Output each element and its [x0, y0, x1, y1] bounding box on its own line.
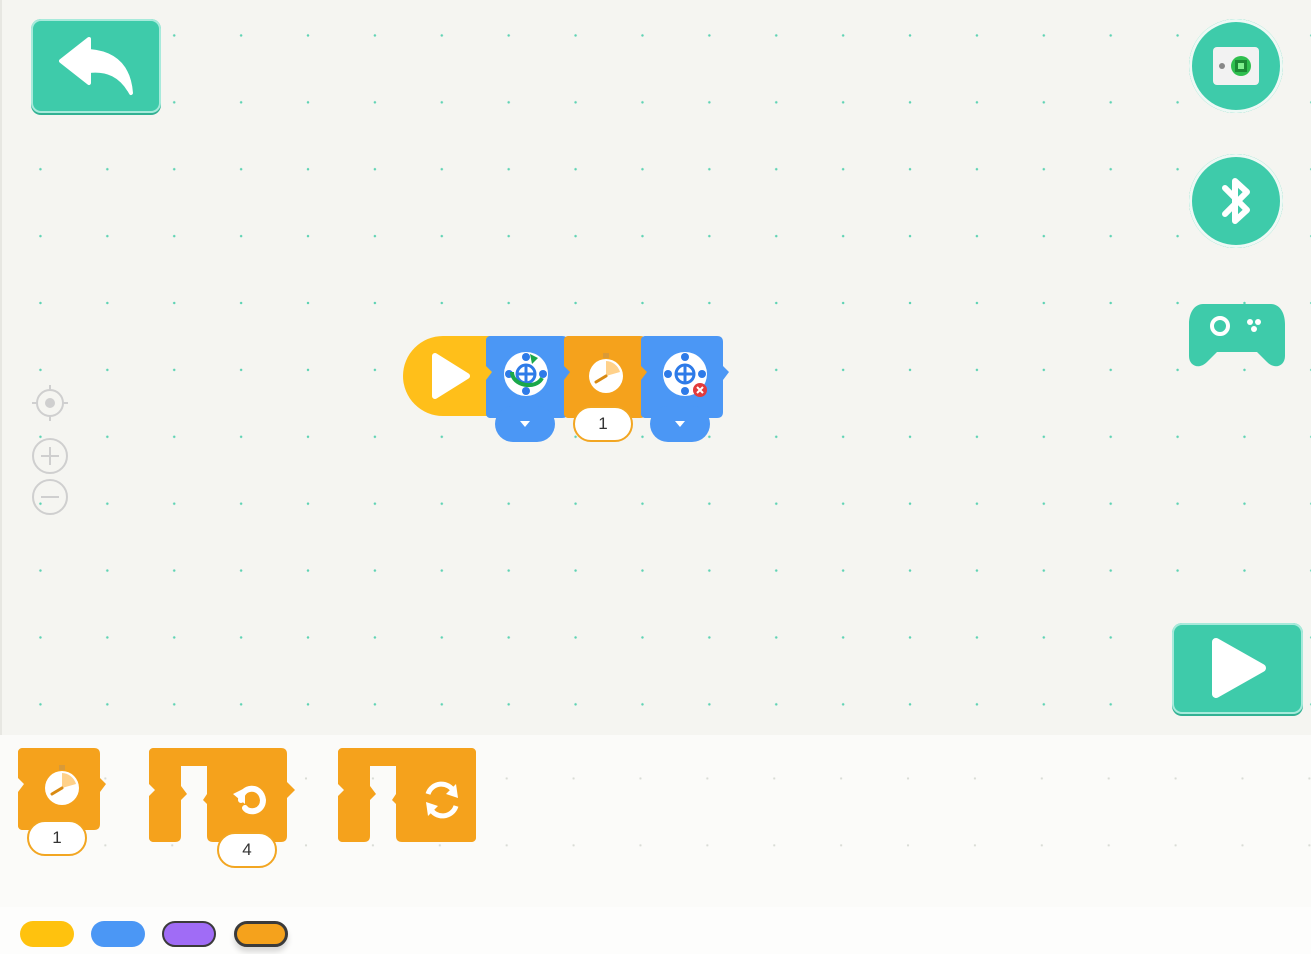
target-icon [32, 385, 68, 421]
palette-wait-value[interactable]: 1 [27, 820, 87, 856]
palette-repeat-block[interactable] [149, 748, 299, 844]
gamepad-icon [1189, 304, 1285, 367]
palette-wait-block[interactable] [18, 748, 110, 830]
coding-canvas[interactable]: 1 [0, 0, 1311, 735]
gamepad-button[interactable] [1187, 300, 1287, 370]
category-looks[interactable] [162, 921, 216, 947]
category-control[interactable] [234, 921, 288, 947]
motion-dropdown[interactable] [495, 406, 555, 442]
play-icon [432, 353, 470, 399]
zoom-out-button[interactable] [30, 477, 70, 522]
palette-forever-block[interactable] [338, 748, 478, 844]
zoom-in-button[interactable] [30, 436, 70, 481]
bluetooth-button[interactable] [1189, 154, 1283, 248]
back-button[interactable] [31, 19, 161, 113]
play-icon [1212, 638, 1266, 698]
category-motion[interactable] [91, 921, 145, 947]
device-button[interactable] [1189, 19, 1283, 113]
bluetooth-icon [1222, 178, 1250, 224]
palette-repeat-value[interactable]: 4 [217, 832, 277, 868]
recenter-button[interactable] [30, 383, 70, 428]
robot-device-icon [1213, 47, 1259, 85]
run-button[interactable] [1172, 623, 1303, 714]
motion-dropdown[interactable] [650, 406, 710, 442]
plus-circle-icon [32, 438, 68, 474]
chevron-down-icon [675, 421, 685, 427]
rotate-move-icon [504, 352, 548, 396]
minus-circle-icon [32, 479, 68, 515]
chevron-down-icon [520, 421, 530, 427]
undo-arrow-icon [59, 37, 133, 95]
category-events[interactable] [20, 921, 74, 947]
start-block[interactable] [403, 336, 495, 416]
block-palette: 1 4 [0, 735, 1311, 907]
wait-value[interactable]: 1 [573, 406, 633, 442]
